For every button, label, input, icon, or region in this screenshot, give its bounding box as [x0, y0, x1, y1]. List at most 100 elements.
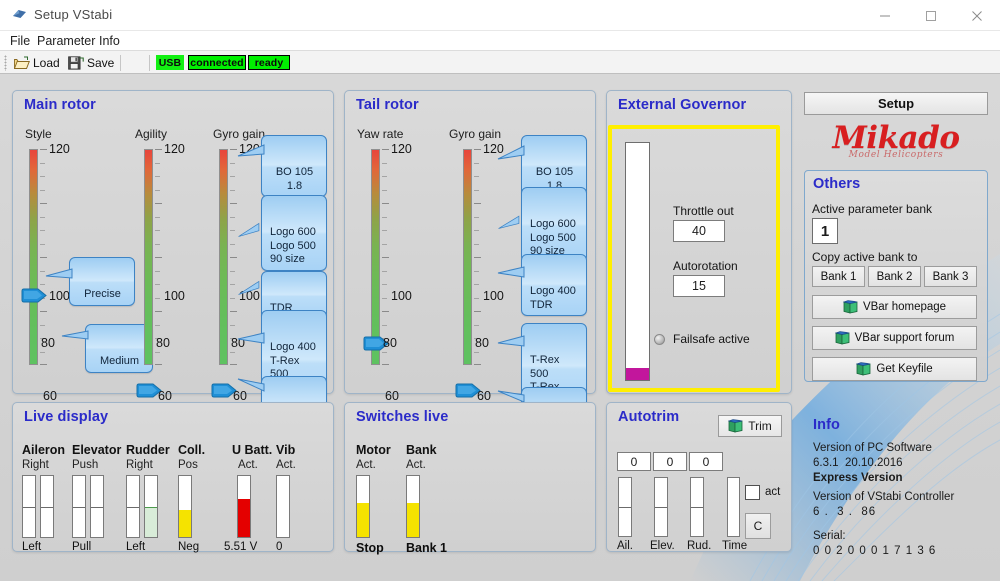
get-keyfile-button[interactable]: Get Keyfile	[812, 357, 977, 381]
book-icon	[842, 300, 858, 314]
autotrim-ail-input[interactable]: 0	[617, 452, 651, 471]
main-rotor-panel: Main rotor Style Agility Gyro gain 120 1…	[12, 90, 334, 461]
main-style-tick-120: 120	[49, 142, 70, 156]
load-button-label: Load	[33, 56, 60, 70]
autotrim-clear-button[interactable]: C	[745, 513, 771, 539]
info-serial-value: 0 0 2 0 0 0 1 7 1 3 6	[813, 545, 937, 557]
switch-motor-foot: Stop	[356, 541, 384, 555]
copy-to-bank-3-button[interactable]: Bank 3	[924, 266, 977, 287]
live-vib-head: Vib	[276, 443, 296, 457]
main-style-slider-thumb[interactable]	[21, 288, 47, 303]
vbar-support-forum-button[interactable]: VBar support forum	[812, 326, 977, 350]
switches-live-title: Switches live	[356, 409, 449, 425]
switch-motor-head: Motor	[356, 443, 391, 457]
menu-item-info[interactable]: Info	[94, 33, 125, 49]
others-title: Others	[813, 176, 861, 192]
live-rudder-foot: Left	[126, 541, 146, 553]
tail-yaw-slider-ticks	[382, 149, 389, 365]
live-rudder-head: Rudder	[126, 443, 170, 457]
main-style-slider-ticks	[40, 149, 47, 365]
main-gyro-slider-track[interactable]	[219, 149, 228, 365]
live-aileron-sub: Right	[22, 459, 49, 471]
live-aileron-bar-1	[22, 475, 36, 538]
book-icon	[834, 331, 850, 345]
main-gyro-label: Gyro gain	[213, 127, 266, 141]
menu-item-parameter[interactable]: Parameter	[32, 33, 100, 49]
tail-gyro-callout-logo400tdr[interactable]: Logo 400 TDR	[497, 254, 587, 316]
active-parameter-bank-label: Active parameter bank	[812, 202, 933, 216]
info-pc-software-label: Version of PC Software	[813, 442, 932, 454]
main-style-callout-precise[interactable]: Precise	[45, 257, 135, 306]
main-style-slider-track[interactable]	[29, 149, 38, 365]
live-coll-bar	[178, 475, 192, 538]
load-button[interactable]: Load	[14, 54, 60, 72]
main-style-callout-medium-label: Medium	[99, 355, 140, 367]
main-style-label: Style	[25, 127, 52, 141]
throttle-out-input[interactable]: 40	[673, 220, 725, 242]
live-coll-sub: Pos	[178, 459, 198, 471]
tail-yaw-tick-120: 120	[391, 142, 412, 156]
main-style-tick-60: 60	[43, 389, 57, 403]
save-button[interactable]: Save	[68, 54, 114, 72]
main-style-callout-medium[interactable]: Medium	[61, 324, 153, 373]
switch-motor-bar	[356, 475, 370, 538]
switches-live-panel: Switches live	[344, 402, 596, 552]
menu-item-file[interactable]: File	[5, 33, 35, 49]
tail-rotor-title: Tail rotor	[356, 97, 419, 113]
live-display-title: Live display	[24, 409, 109, 425]
vbar-homepage-button[interactable]: VBar homepage	[812, 295, 977, 319]
main-agility-slider-track[interactable]	[144, 149, 153, 365]
toolbar-separator-1	[120, 55, 121, 71]
title-bar: Setup VStabi	[0, 0, 1000, 31]
main-agility-tick-120: 120	[164, 142, 185, 156]
tail-gyro-tick-80: 80	[475, 336, 489, 350]
toolbar-grip[interactable]	[4, 55, 7, 71]
save-button-label: Save	[87, 56, 115, 70]
live-elevator-bar-1	[72, 475, 86, 538]
live-elevator-foot: Pull	[72, 541, 92, 553]
trim-button[interactable]: Trim	[718, 415, 782, 437]
minimize-button[interactable]	[862, 0, 908, 31]
tail-rotor-panel: Tail rotor Yaw rate Gyro gain 120 100 80…	[344, 90, 596, 461]
main-gyro-callout-bo105[interactable]: BO 105 1.8	[237, 135, 327, 197]
autotrim-elev-input[interactable]: 0	[653, 452, 687, 471]
maximize-button[interactable]	[908, 0, 954, 31]
tail-gyro-slider-track[interactable]	[463, 149, 472, 365]
setup-button[interactable]: Setup	[804, 92, 988, 115]
main-style-tick-100: 100	[49, 289, 70, 303]
live-elevator-head: Elevator	[72, 443, 122, 457]
external-governor-title: External Governor	[618, 97, 747, 113]
copy-to-bank-1-button[interactable]: Bank 1	[812, 266, 865, 287]
copy-active-bank-label: Copy active bank to	[812, 250, 918, 264]
tail-gyro-label: Gyro gain	[449, 127, 502, 141]
autotrim-rud-input[interactable]: 0	[689, 452, 723, 471]
connection-status-chip: connected	[188, 55, 246, 70]
menu-bar: File Parameter Info	[0, 31, 1000, 50]
tail-gyro-tick-60: 60	[477, 389, 491, 403]
info-serial-label: Serial:	[813, 530, 846, 542]
active-parameter-bank-value[interactable]: 1	[812, 218, 838, 244]
live-elevator-bar-2	[90, 475, 104, 538]
governor-throttle-bar-fill	[626, 368, 649, 380]
tail-yaw-label: Yaw rate	[357, 127, 404, 141]
autorotation-input[interactable]: 15	[673, 275, 725, 297]
main-agility-tick-100: 100	[164, 289, 185, 303]
tail-gyro-callout-logo600[interactable]: Logo 600 Logo 500 90 size	[498, 187, 587, 263]
switch-bank-bar	[406, 475, 420, 538]
autotrim-act-checkbox[interactable]	[745, 485, 760, 500]
vbar-homepage-label: VBar homepage	[862, 301, 947, 313]
live-ubatt-sub: Act.	[238, 459, 258, 471]
copy-to-bank-2-button[interactable]: Bank 2	[868, 266, 921, 287]
main-gyro-callout-logo600-label: Logo 600 Logo 500 90 size	[270, 226, 316, 265]
live-vib-sub: Act.	[276, 459, 296, 471]
failsafe-active-led	[654, 334, 665, 345]
failsafe-active-label: Failsafe active	[673, 332, 750, 346]
switch-bank-foot: Bank 1	[406, 541, 447, 555]
autorotation-label: Autorotation	[673, 259, 738, 273]
close-button[interactable]	[954, 0, 1000, 31]
autotrim-ail-label: Ail.	[617, 540, 633, 552]
tail-gyro-callout-logo600-label: Logo 600 Logo 500 90 size	[530, 218, 576, 257]
tail-yaw-slider-track[interactable]	[371, 149, 380, 365]
main-gyro-callout-logo600[interactable]: Logo 600 Logo 500 90 size	[238, 195, 327, 271]
tail-gyro-slider-ticks	[474, 149, 481, 365]
